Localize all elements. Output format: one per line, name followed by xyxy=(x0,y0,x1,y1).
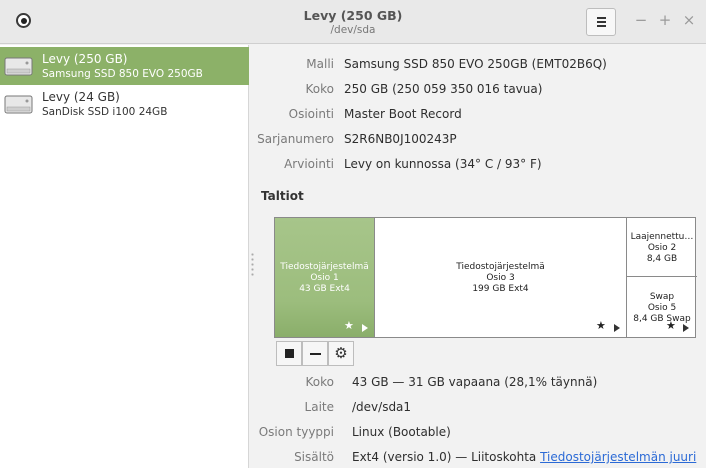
drive-item-sda[interactable]: Levy (250 GB) Samsung SSD 850 EVO 250GB xyxy=(0,47,249,85)
partition-number: Osio 3 xyxy=(486,273,515,283)
star-icon: ★ xyxy=(666,319,676,332)
partition-type: Laajennettu… xyxy=(630,232,694,242)
disk-info-label: Osiointi xyxy=(288,107,334,121)
hard-drive-icon xyxy=(4,57,33,76)
gear-icon: ⚙ xyxy=(334,344,348,362)
contents-text: Ext4 (versio 1.0) — Liitoskohta xyxy=(352,450,541,464)
disk-info-label: Sarjanumero xyxy=(257,132,334,146)
partition-type: Tiedostojärjestelmä xyxy=(280,262,369,272)
mount-point-link[interactable]: Tiedostojärjestelmän juuri xyxy=(540,450,696,464)
menu-button[interactable] xyxy=(586,8,616,36)
partition-type: Swap xyxy=(649,292,675,302)
disk-info-label: Koko xyxy=(305,82,334,96)
disk-info-label: Arviointi xyxy=(284,157,334,171)
partition-size: 43 GB Ext4 xyxy=(299,284,350,294)
hard-drive-icon xyxy=(4,95,33,114)
partition-type-value: Linux (Bootable) xyxy=(352,425,451,439)
partition-type: Tiedostojärjestelmä xyxy=(456,262,545,272)
volume-info-label: Koko xyxy=(305,375,334,389)
play-icon xyxy=(683,324,689,332)
volume-contents-value: Ext4 (versio 1.0) — Liitoskohta Tiedosto… xyxy=(352,450,696,464)
disk-size-value: 250 GB (250 059 350 016 tavua) xyxy=(344,82,543,96)
volume-info-label: Laite xyxy=(304,400,334,414)
volume-info-label: Osion tyyppi xyxy=(258,425,334,439)
partition-number: Osio 1 xyxy=(310,273,339,283)
close-button[interactable]: × xyxy=(681,11,697,29)
partition-1[interactable]: Tiedostojärjestelmä Osio 1 43 GB Ext4 ★ xyxy=(275,218,375,337)
maximize-button[interactable]: + xyxy=(657,11,673,29)
volume-info-label: Sisältö xyxy=(294,450,334,464)
partition-2-extended[interactable]: Laajennettu… Osio 2 8,4 GB xyxy=(627,218,697,277)
minimize-button[interactable]: − xyxy=(633,11,649,29)
drive-model: Samsung SSD 850 EVO 250GB xyxy=(42,68,203,80)
volume-size-value: 43 GB — 31 GB vapaana (28,1% täynnä) xyxy=(352,375,598,389)
partition-number: Osio 2 xyxy=(647,243,677,253)
drive-item-sdb[interactable]: Levy (24 GB) SanDisk SSD i100 24GB xyxy=(0,85,249,123)
drive-list: Levy (250 GB) Samsung SSD 850 EVO 250GB … xyxy=(0,45,249,468)
partition-number: Osio 5 xyxy=(647,303,677,313)
minus-icon xyxy=(310,353,321,355)
disk-partitioning-value: Master Boot Record xyxy=(344,107,462,121)
volumes-heading: Taltiot xyxy=(261,189,304,203)
disk-serial-value: S2R6NB0J100243P xyxy=(344,132,457,146)
star-icon: ★ xyxy=(596,319,606,332)
play-icon xyxy=(362,324,368,332)
delete-partition-button[interactable] xyxy=(302,341,328,366)
star-icon: ★ xyxy=(344,319,354,332)
hamburger-menu-icon xyxy=(597,17,606,19)
drive-name: Levy (24 GB) xyxy=(42,90,120,104)
partition-3[interactable]: Tiedostojärjestelmä Osio 3 199 GB Ext4 ★ xyxy=(375,218,627,337)
hamburger-menu-icon xyxy=(597,25,606,27)
partition-options-button[interactable]: ⚙ xyxy=(328,341,354,366)
volume-device-value: /dev/sda1 xyxy=(352,400,412,414)
volume-map: Tiedostojärjestelmä Osio 1 43 GB Ext4 ★ … xyxy=(274,217,697,338)
drive-model: SanDisk SSD i100 24GB xyxy=(42,106,168,118)
play-icon xyxy=(614,324,620,332)
hamburger-menu-icon xyxy=(597,21,606,23)
partition-size: 199 GB Ext4 xyxy=(472,284,529,294)
unmount-button[interactable] xyxy=(276,341,302,366)
disk-info-label: Malli xyxy=(306,57,334,71)
title-bar: Levy (250 GB) /dev/sda − + × xyxy=(0,0,706,44)
pane-resize-handle[interactable] xyxy=(251,252,254,278)
stop-icon xyxy=(285,349,294,358)
disk-model-value: Samsung SSD 850 EVO 250GB (EMT02B6Q) xyxy=(344,57,607,71)
disk-assessment-value: Levy on kunnossa (34° C / 93° F) xyxy=(344,157,542,171)
drive-name: Levy (250 GB) xyxy=(42,52,128,66)
partition-5-swap[interactable]: Swap Osio 5 8,4 GB Swap ★ xyxy=(627,278,697,337)
partition-size: 8,4 GB xyxy=(646,254,678,264)
